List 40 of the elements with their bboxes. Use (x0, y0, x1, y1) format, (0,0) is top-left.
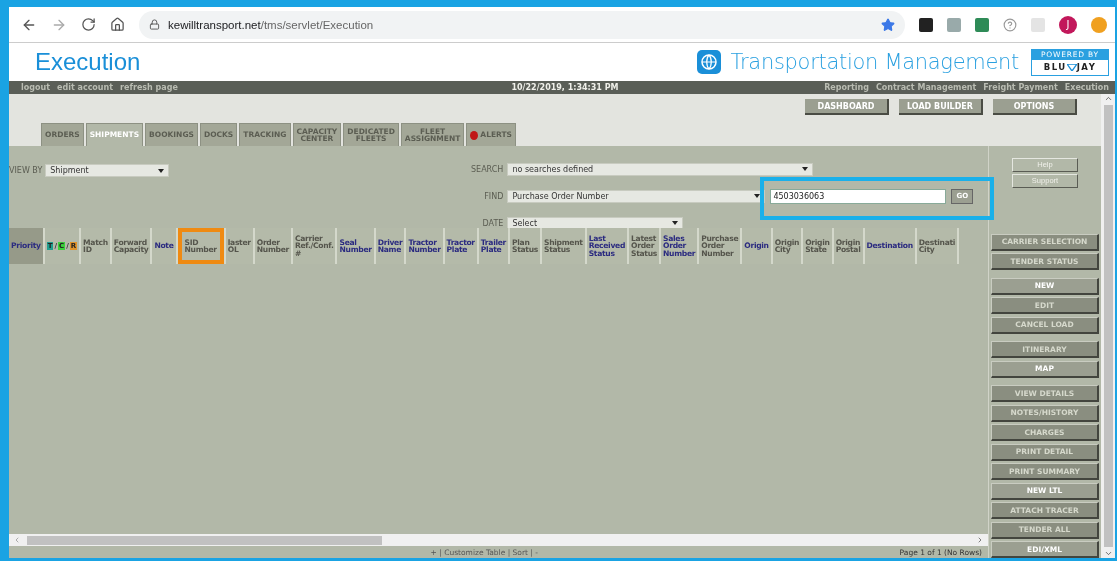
date-label: DATE (481, 217, 504, 230)
scroll-down-icon[interactable] (1103, 549, 1113, 558)
find-dropdown[interactable]: Purchase Order Number (507, 189, 766, 203)
find-label: FIND (483, 190, 504, 203)
lock-icon (149, 19, 160, 30)
view-by-dropdown[interactable]: Shipment (45, 164, 170, 177)
home-icon[interactable] (110, 17, 125, 32)
scroll-left-icon[interactable] (13, 536, 21, 544)
toolbar-button[interactable]: DASHBOARD (805, 99, 889, 115)
nav-link[interactable]: refresh page (120, 83, 178, 92)
url-path: /tms/servlet/Execution (260, 18, 374, 31)
address-bar[interactable]: kewilltransport.net/tms/servlet/Execution (139, 10, 905, 39)
scroll-right-icon[interactable] (976, 536, 984, 544)
scroll-up-icon[interactable] (1103, 94, 1113, 103)
nav-link[interactable]: Reporting (824, 83, 869, 92)
reload-icon[interactable] (81, 17, 96, 32)
horizontal-scrollbar[interactable] (9, 534, 988, 546)
url-host: kewilltransport.net (168, 18, 261, 31)
page-title: Execution (35, 48, 141, 76)
toolbar-button[interactable]: LOAD BUILDER (899, 99, 983, 115)
product-name: Transportation Management (730, 50, 1019, 74)
brand-name: BLU JAY (1042, 61, 1098, 74)
nav-link[interactable]: edit account (57, 83, 114, 92)
profile-avatar[interactable]: J (1059, 15, 1077, 34)
nav-link[interactable]: Execution (1064, 83, 1109, 92)
find-input[interactable]: 4503036063 (770, 188, 947, 204)
star-icon[interactable] (881, 17, 895, 32)
date-time: 10/22/2019, 1:34:31 PM (511, 83, 619, 92)
search-dropdown[interactable]: no searches defined (507, 162, 814, 176)
alert-icon (470, 130, 479, 140)
toolbar-button[interactable]: OPTIONS (993, 99, 1077, 115)
search-label: SEARCH (471, 163, 504, 176)
globe-logo-icon (696, 50, 721, 74)
nav-link[interactable]: Contract Management (875, 83, 977, 92)
extension-icon[interactable] (919, 17, 933, 32)
nav-link[interactable]: logout (21, 83, 50, 92)
help-icon[interactable] (1003, 17, 1017, 32)
view-by-label: VIEW BY (9, 165, 43, 177)
nav-link[interactable]: Freight Payment (983, 83, 1058, 92)
vertical-scrollbar[interactable] (1101, 94, 1115, 558)
